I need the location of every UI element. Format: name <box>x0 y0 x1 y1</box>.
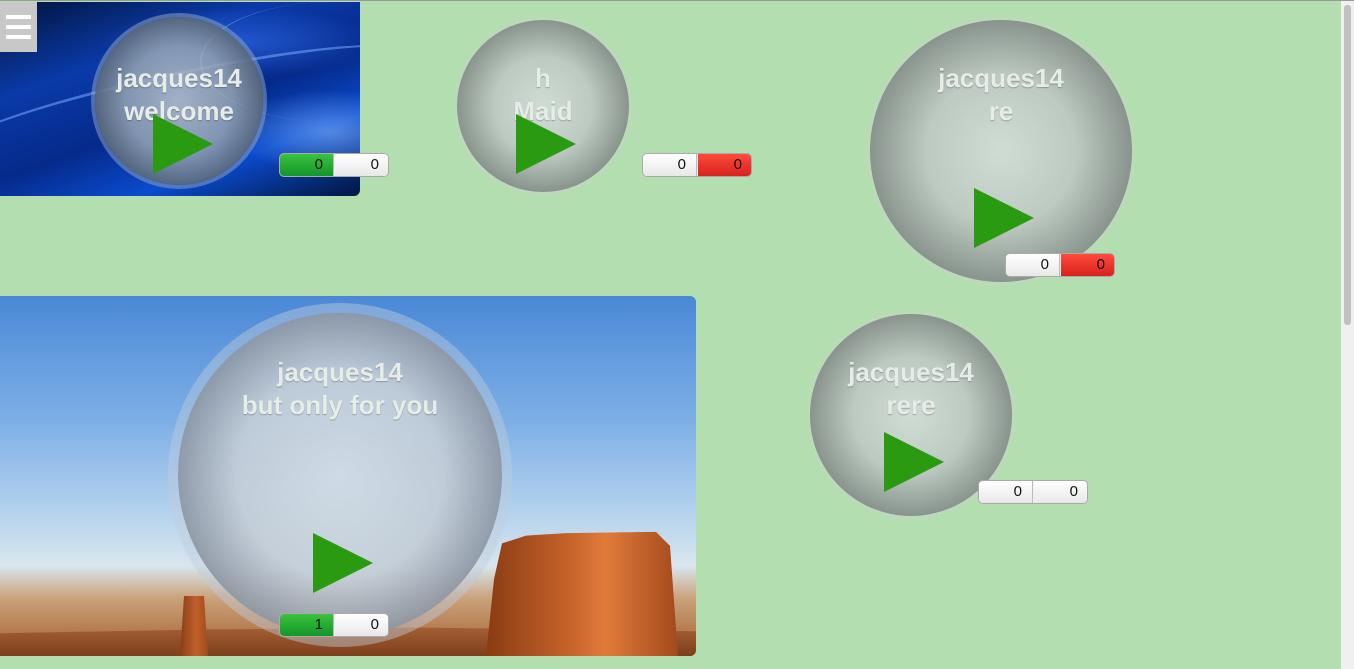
vote-counter: 0 0 <box>978 480 1088 504</box>
like-count[interactable]: 0 <box>979 481 1033 503</box>
play-button[interactable] <box>884 432 944 492</box>
post-user: jacques14 <box>938 63 1064 93</box>
hamburger-menu-icon[interactable] <box>0 2 37 52</box>
post-message: but only for you <box>241 390 439 420</box>
post-user: jacques14 <box>277 357 403 387</box>
dislike-count[interactable]: 0 <box>335 614 388 636</box>
vote-counter: 0 0 <box>1005 253 1115 277</box>
post-user: h <box>535 63 551 93</box>
post-message: rere <box>886 390 936 420</box>
vote-counter: 0 0 <box>279 153 389 177</box>
post-title: jacques14 rere <box>810 356 1012 422</box>
vertical-scrollbar[interactable] <box>1341 1 1354 669</box>
vote-counter: 0 0 <box>642 153 752 177</box>
post-title: jacques14 but only for you <box>178 356 502 422</box>
play-button[interactable] <box>516 114 576 174</box>
post-message: re <box>988 96 1014 126</box>
dislike-count[interactable]: 0 <box>335 154 388 176</box>
like-count[interactable]: 0 <box>280 154 334 176</box>
like-count[interactable]: 0 <box>1006 254 1060 276</box>
dislike-count[interactable]: 0 <box>698 154 751 176</box>
dislike-count[interactable]: 0 <box>1061 254 1114 276</box>
post-user: jacques14 <box>116 63 242 93</box>
vote-counter: 1 0 <box>279 613 389 637</box>
post-title: jacques14 re <box>870 62 1132 128</box>
like-count[interactable]: 0 <box>643 154 697 176</box>
play-button[interactable] <box>153 114 213 174</box>
post-user: jacques14 <box>848 357 974 387</box>
scrollbar-thumb[interactable] <box>1344 5 1351 325</box>
play-button[interactable] <box>313 533 373 593</box>
dislike-count[interactable]: 0 <box>1034 481 1087 503</box>
like-count[interactable]: 1 <box>280 614 334 636</box>
play-button[interactable] <box>974 188 1034 248</box>
top-border <box>0 0 1354 1</box>
